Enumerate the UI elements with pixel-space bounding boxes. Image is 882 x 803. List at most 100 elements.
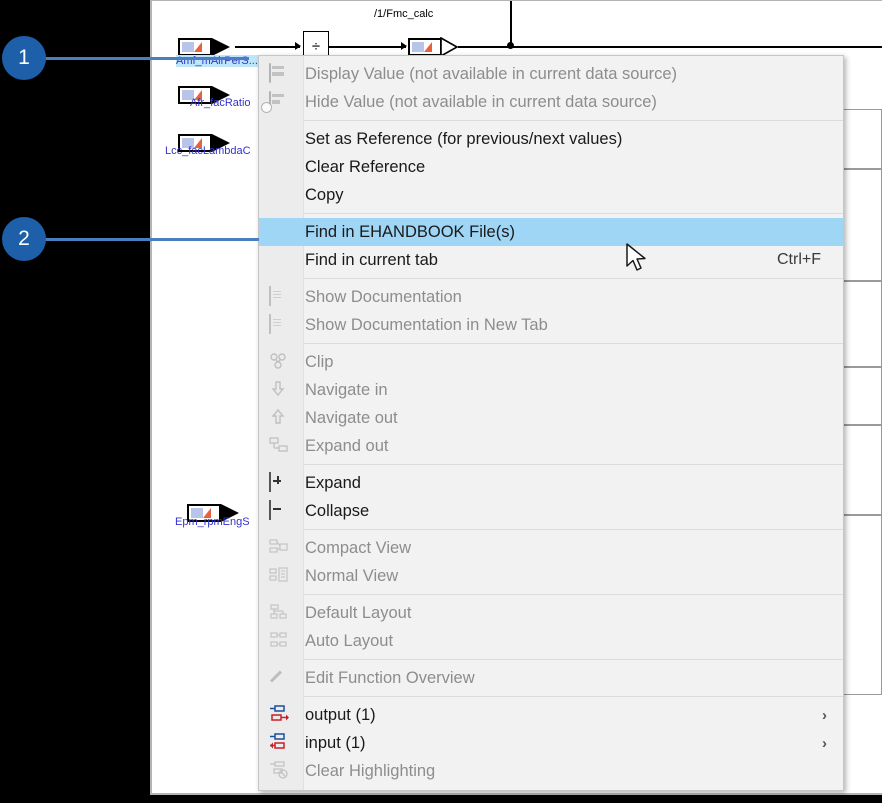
document-icon bbox=[269, 314, 271, 334]
menu-separator bbox=[303, 696, 843, 697]
menu-item-output-1[interactable]: output (1)› bbox=[259, 701, 843, 729]
menu-item-label: Expand out bbox=[303, 437, 843, 456]
menu-separator bbox=[303, 594, 843, 595]
context-menu[interactable]: Display Value (not available in current … bbox=[258, 55, 844, 791]
expand-out-icon bbox=[269, 436, 289, 456]
menu-item-label: Default Layout bbox=[303, 604, 843, 623]
chevron-right-icon: › bbox=[822, 735, 843, 752]
clear-highlight-icon bbox=[269, 761, 289, 779]
menu-item-find-in-current-tab[interactable]: Find in current tabCtrl+F bbox=[259, 246, 843, 274]
normal-view-icon bbox=[269, 566, 288, 584]
menu-item-label: Clip bbox=[303, 353, 843, 372]
menu-item-show-documentation: Show Documentation bbox=[259, 283, 843, 311]
callout-badge-1: 1 bbox=[2, 36, 46, 80]
collapse-minus-icon bbox=[269, 500, 271, 520]
wire-arrowhead bbox=[295, 42, 301, 50]
wire-segment bbox=[235, 46, 300, 48]
auto-layout-icon bbox=[269, 631, 289, 651]
table-cell[interactable] bbox=[838, 169, 882, 281]
menu-item-input-1[interactable]: input (1)› bbox=[259, 729, 843, 757]
port-label-4[interactable]: Epm_rpmEngS bbox=[175, 516, 250, 528]
chevron-right-icon: › bbox=[822, 707, 843, 724]
menu-item-label: Clear Reference bbox=[303, 158, 843, 177]
menu-item-navigate-out: Navigate out bbox=[259, 404, 843, 432]
menu-separator bbox=[303, 120, 843, 121]
wire-arrowhead bbox=[401, 42, 407, 50]
collapse-minus-icon bbox=[269, 501, 289, 521]
wire-segment bbox=[458, 46, 512, 48]
menu-item-compact-view: Compact View bbox=[259, 534, 843, 562]
menu-item-label: Compact View bbox=[303, 539, 843, 558]
output-icon bbox=[269, 705, 289, 723]
default-layout-icon bbox=[269, 603, 289, 623]
menu-item-label: input (1) bbox=[303, 734, 822, 753]
menu-item-label: Copy bbox=[303, 186, 843, 205]
document-icon bbox=[269, 315, 289, 335]
menu-item-label: Navigate in bbox=[303, 381, 843, 400]
callout-leader-2 bbox=[44, 238, 259, 241]
wire-segment bbox=[329, 46, 406, 48]
table-cell[interactable] bbox=[838, 367, 882, 425]
menu-item-label: Expand bbox=[303, 474, 843, 493]
clip-icon bbox=[269, 352, 287, 370]
menu-item-auto-layout: Auto Layout bbox=[259, 627, 843, 655]
menu-item-navigate-in: Navigate in bbox=[259, 376, 843, 404]
table-value-icon bbox=[269, 64, 289, 84]
menu-item-copy[interactable]: Copy bbox=[259, 181, 843, 209]
port-label-3[interactable]: Lcc_facLambdaC bbox=[165, 145, 251, 157]
expand-plus-icon bbox=[269, 473, 289, 493]
menu-item-label: Auto Layout bbox=[303, 632, 843, 651]
default-layout-icon bbox=[269, 603, 288, 621]
port-block-1[interactable] bbox=[178, 38, 234, 56]
menu-item-collapse[interactable]: Collapse bbox=[259, 497, 843, 525]
menu-item-label: Show Documentation in New Tab bbox=[303, 316, 843, 335]
table-value-hide-icon bbox=[269, 91, 271, 111]
menu-item-clip: Clip bbox=[259, 348, 843, 376]
port-arrow-icon bbox=[212, 38, 230, 56]
clip-icon bbox=[269, 352, 289, 372]
callout-badge-2: 2 bbox=[2, 217, 46, 261]
document-icon bbox=[269, 286, 271, 306]
menu-item-label: Display Value (not available in current … bbox=[303, 65, 843, 84]
navigate-in-icon bbox=[269, 380, 287, 398]
port-icon bbox=[408, 38, 442, 56]
callout-leader-1 bbox=[44, 57, 249, 60]
menu-separator bbox=[303, 213, 843, 214]
navigate-in-icon bbox=[269, 380, 289, 400]
navigate-out-icon bbox=[269, 408, 289, 428]
expand-plus-icon bbox=[269, 472, 271, 492]
menu-item-label: Find in current tab bbox=[303, 251, 777, 270]
table-cell[interactable] bbox=[838, 109, 882, 169]
menu-separator bbox=[303, 659, 843, 660]
menu-item-label: output (1) bbox=[303, 706, 822, 725]
wire-segment bbox=[512, 46, 882, 48]
compact-view-icon bbox=[269, 538, 289, 558]
menu-item-clear-highlighting: Clear Highlighting bbox=[259, 757, 843, 785]
document-icon bbox=[269, 287, 289, 307]
port-label-2[interactable]: Afr_facRatio bbox=[190, 97, 251, 109]
output-icon bbox=[269, 705, 289, 725]
menu-item-label: Show Documentation bbox=[303, 288, 843, 307]
menu-item-clear-reference[interactable]: Clear Reference bbox=[259, 153, 843, 181]
top-wire bbox=[510, 1, 512, 45]
menu-separator bbox=[303, 343, 843, 344]
output-arrow-stroke-icon bbox=[440, 37, 460, 57]
menu-item-label: Navigate out bbox=[303, 409, 843, 428]
menu-item-label: Edit Function Overview bbox=[303, 669, 843, 688]
normal-view-icon bbox=[269, 566, 289, 586]
menu-item-expand[interactable]: Expand bbox=[259, 469, 843, 497]
menu-item-label: Clear Highlighting bbox=[303, 762, 843, 781]
table-value-hide-icon bbox=[269, 92, 289, 112]
port-icon bbox=[178, 38, 212, 56]
compact-view-icon bbox=[269, 538, 288, 556]
table-cell[interactable] bbox=[838, 425, 882, 515]
table-value-icon bbox=[269, 63, 271, 83]
table-cell[interactable] bbox=[838, 281, 882, 367]
navigate-out-icon bbox=[269, 408, 287, 426]
menu-item-edit-function-overview: Edit Function Overview bbox=[259, 664, 843, 692]
menu-item-find-in-ehandbook-file-s[interactable]: Find in EHANDBOOK File(s) bbox=[259, 218, 843, 246]
menu-item-label: Normal View bbox=[303, 567, 843, 586]
menu-item-set-as-reference-for-previous-next-values[interactable]: Set as Reference (for previous/next valu… bbox=[259, 125, 843, 153]
table-cell[interactable] bbox=[838, 515, 882, 695]
menu-item-expand-out: Expand out bbox=[259, 432, 843, 460]
